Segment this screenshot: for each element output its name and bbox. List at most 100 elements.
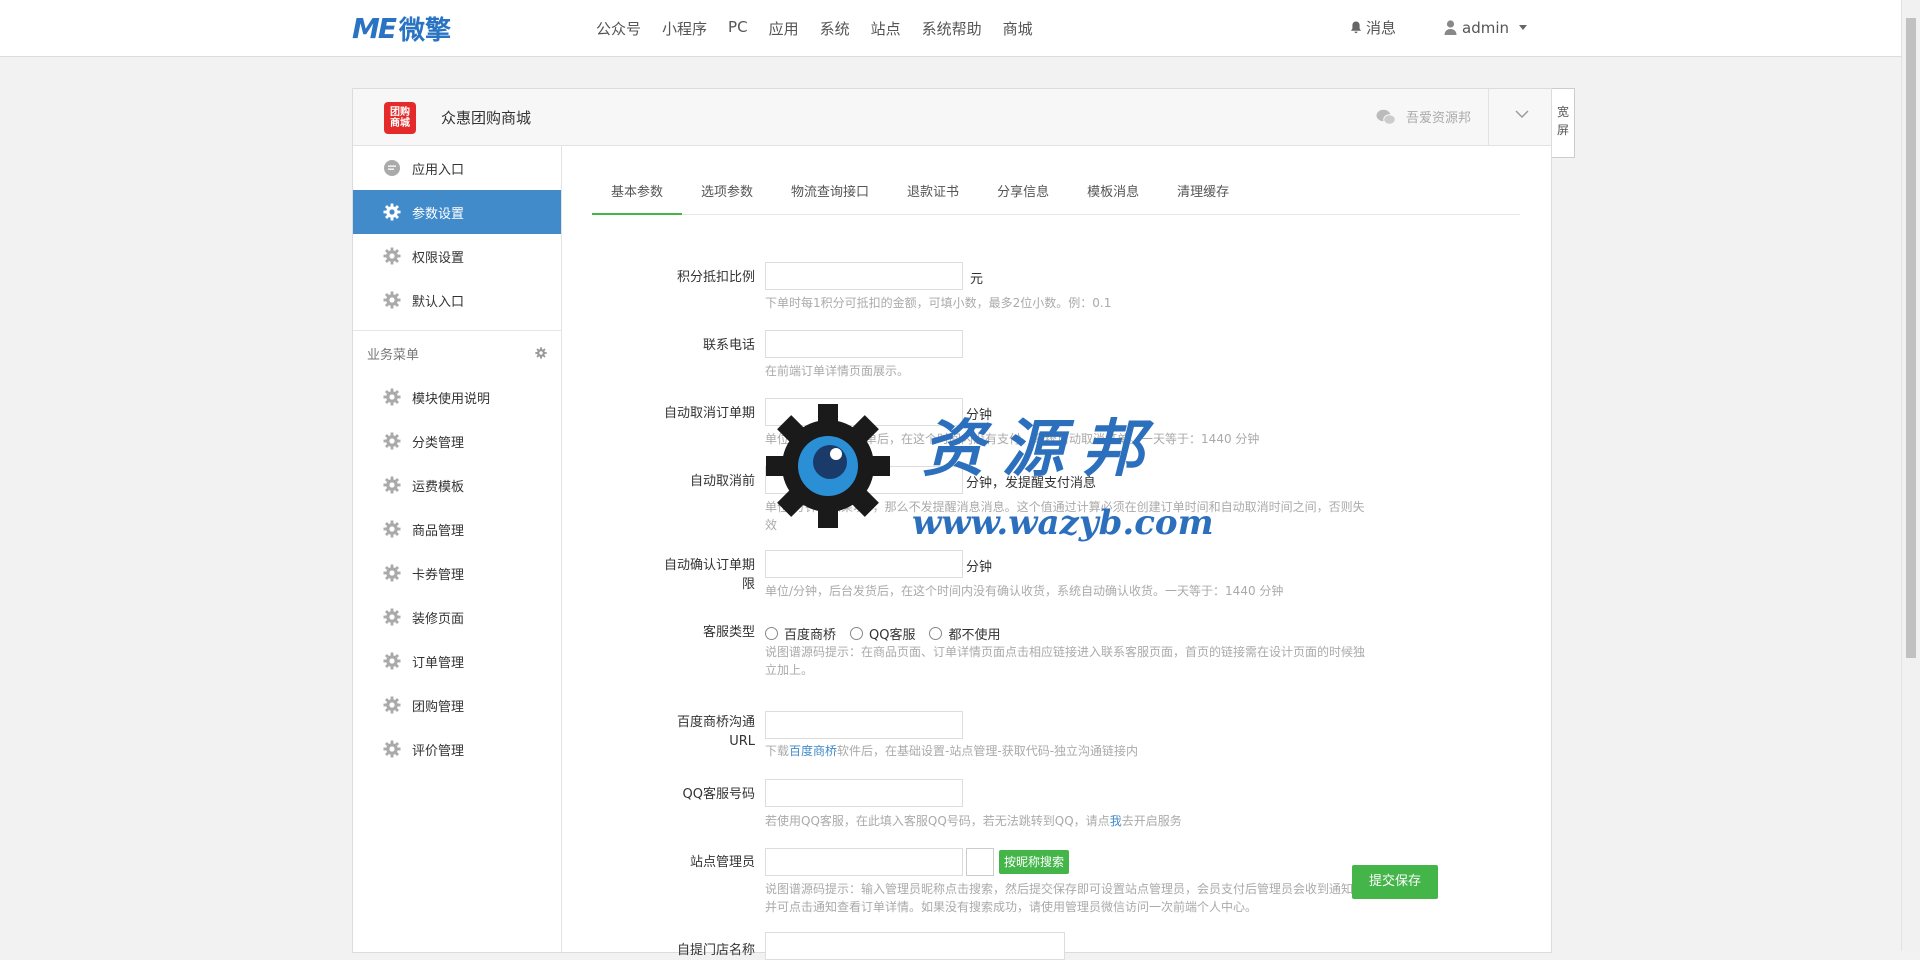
sidebar-sub-item[interactable]: 运费模板 — [353, 463, 561, 507]
wechat-account[interactable]: 吾爱资源邦 — [1376, 107, 1471, 126]
radio-baidu[interactable] — [765, 627, 778, 640]
sidebar-item-label: 应用入口 — [412, 162, 465, 178]
nav-item-help[interactable]: 系统帮助 — [922, 18, 982, 39]
sidebar-sub-item[interactable]: 团购管理 — [353, 683, 561, 727]
nav-item-system[interactable]: 系统 — [820, 18, 850, 39]
admin-search-input[interactable] — [765, 848, 963, 876]
auto-confirm-unit: 分钟 — [966, 560, 993, 575]
auto-confirm-help: 单位/分钟，后台发货后，在这个时间内没有确认收货，系统自动确认收货。一天等于：1… — [765, 584, 1284, 598]
sidebar-sub-item[interactable]: 评价管理 — [353, 727, 561, 771]
sidebar-item-app-entry[interactable]: 应用入口 — [353, 146, 561, 190]
chevron-down-icon — [1519, 25, 1527, 30]
wechat-label: 吾爱资源邦 — [1405, 111, 1471, 126]
baidu-url-input[interactable] — [765, 711, 963, 739]
admin-search-button[interactable]: 按昵称搜索 — [999, 850, 1069, 874]
auto-remind-label: 自动取消前 — [689, 474, 755, 489]
page-scrollbar[interactable] — [1901, 0, 1920, 951]
nav-right: 消息 admin — [1350, 17, 1527, 38]
sidebar-sub-list: 模块使用说明 分类管理运费模板商品管理卡券管理装修页面订单管理团购管理评价管理 — [353, 375, 561, 771]
sidebar-sub-item-label: 订单管理 — [412, 655, 465, 671]
logo-me-text: ME — [352, 11, 397, 45]
scrollbar-thumb[interactable] — [1906, 18, 1916, 658]
nav-item-miniprogram[interactable]: 小程序 — [662, 18, 707, 39]
app-logo: 团购 商城 — [384, 102, 416, 134]
site-logo[interactable]: ME 微擎 — [352, 11, 451, 46]
radio-qq[interactable] — [850, 627, 864, 640]
radio-none-label: 都不使用 — [948, 628, 1001, 643]
store-name-input[interactable] — [765, 932, 1065, 960]
sidebar-sub-item-label: 装修页面 — [412, 611, 465, 627]
sidebar-sub-item[interactable]: 卡券管理 — [353, 551, 561, 595]
nav-item-store[interactable]: 商城 — [1003, 18, 1033, 39]
nav-item-mp[interactable]: 公众号 — [596, 18, 641, 39]
points-ratio-label: 积分抵扣比例 — [676, 270, 755, 285]
tab-refund-cert[interactable]: 退款证书 — [888, 174, 978, 213]
qq-enable-link[interactable]: 我 — [1110, 814, 1122, 828]
sidebar-item-default-entry[interactable]: 默认入口 — [353, 278, 561, 322]
nav-item-pc[interactable]: PC — [728, 18, 748, 39]
points-ratio-help: 下单时每1积分可抵扣的金额，可填小数，最多2位小数。例：0.1 — [765, 296, 1112, 310]
gear-icon[interactable] — [535, 347, 547, 359]
header-divider — [1488, 89, 1489, 145]
sidebar-sub-item-label: 团购管理 — [412, 699, 465, 715]
cs-type-radios: 百度商桥 QQ客服 都不使用 — [765, 624, 1015, 643]
phone-label: 联系电话 — [702, 338, 755, 353]
user-icon — [1444, 20, 1457, 35]
app-title: 众惠团购商城 — [441, 109, 532, 127]
auto-cancel-input[interactable] — [765, 398, 963, 426]
main-nav: 公众号 小程序 PC 应用 系统 站点 系统帮助 商城 — [596, 18, 1054, 39]
user-menu[interactable]: admin — [1444, 19, 1527, 37]
submit-save-button[interactable]: 提交保存 — [1352, 865, 1438, 899]
qq-label: QQ客服号码 — [682, 787, 755, 802]
auto-remind-input[interactable] — [765, 466, 963, 494]
admin-label: 站点管理员 — [689, 855, 755, 870]
auto-remind-help: 单位/分钟，如果填0，那么不发提醒消息消息。这个值通过计算必须在创建订单时间和自… — [765, 500, 1365, 532]
cs-type-help: 说图谱源码提示：在商品页面、订单详情页面点击相应链接进入联系客服页面，首页的链接… — [765, 645, 1366, 677]
nav-item-site[interactable]: 站点 — [871, 18, 901, 39]
qq-help-pre: 若使用QQ客服，在此填入客服QQ号码，若无法跳转到QQ，请点 — [765, 814, 1110, 828]
gear-icon — [383, 247, 401, 265]
tab-basic[interactable]: 基本参数 — [592, 174, 683, 215]
messages-label: 消息 — [1365, 19, 1396, 37]
admin-avatar-image — [966, 848, 994, 876]
sidebar-sub-item[interactable]: 商品管理 — [353, 507, 561, 551]
auto-remind-unit: 分钟，发提醒支付消息 — [966, 476, 1097, 491]
baidu-url-label: 百度商桥沟通URL — [676, 715, 755, 749]
auto-confirm-label: 自动确认订单期限 — [663, 558, 755, 592]
wide-screen-button[interactable]: 宽屏 — [1551, 88, 1575, 158]
top-navbar: ME 微擎 公众号 小程序 PC 应用 系统 站点 系统帮助 商城 消息 adm… — [0, 0, 1902, 57]
auto-cancel-label: 自动取消订单期 — [663, 406, 755, 421]
chevron-down-icon[interactable] — [1515, 107, 1529, 121]
radio-qq-label: QQ客服 — [869, 628, 916, 643]
sidebar-sub-item-label: 运费模板 — [412, 479, 465, 495]
tab-template-msg[interactable]: 模板消息 — [1068, 174, 1158, 213]
radio-none[interactable] — [929, 627, 943, 640]
sidebar-item-permissions[interactable]: 权限设置 — [353, 234, 561, 278]
tab-share[interactable]: 分享信息 — [978, 174, 1068, 213]
phone-input[interactable] — [765, 330, 963, 358]
sidebar-sub-item[interactable]: 装修页面 — [353, 595, 561, 639]
tab-clear-cache[interactable]: 清理缓存 — [1158, 174, 1248, 213]
gear-icon — [383, 203, 401, 221]
sidebar-sub-item[interactable]: 订单管理 — [353, 639, 561, 683]
baidu-url-help: 下载百度商桥软件后，在基础设置-站点管理-获取代码-独立沟通链接内 — [765, 742, 1375, 760]
qq-input[interactable] — [765, 779, 963, 807]
sidebar-item-params[interactable]: 参数设置 — [353, 190, 561, 234]
baidu-download-link[interactable]: 百度商桥 — [789, 744, 837, 758]
nav-item-apps[interactable]: 应用 — [769, 18, 799, 39]
gear-icon — [383, 652, 401, 670]
tab-options[interactable]: 选项参数 — [682, 174, 772, 213]
auto-confirm-input[interactable] — [765, 550, 963, 578]
sidebar-sub-item-label: 卡券管理 — [412, 567, 465, 583]
gear-icon — [383, 388, 401, 406]
tab-logistics[interactable]: 物流查询接口 — [772, 174, 888, 213]
settings-tabs: 基本参数 选项参数 物流查询接口 退款证书 分享信息 模板消息 清理缓存 — [592, 174, 1520, 215]
auto-cancel-unit: 分钟 — [966, 408, 993, 423]
user-name: admin — [1462, 18, 1509, 37]
sidebar-sub-item[interactable]: 模块使用说明 — [353, 375, 561, 419]
sidebar-item-label: 参数设置 — [412, 206, 465, 222]
gear-icon — [383, 696, 401, 714]
points-ratio-input[interactable] — [765, 262, 963, 290]
messages-link[interactable]: 消息 — [1350, 17, 1396, 38]
sidebar-sub-item[interactable]: 分类管理 — [353, 419, 561, 463]
